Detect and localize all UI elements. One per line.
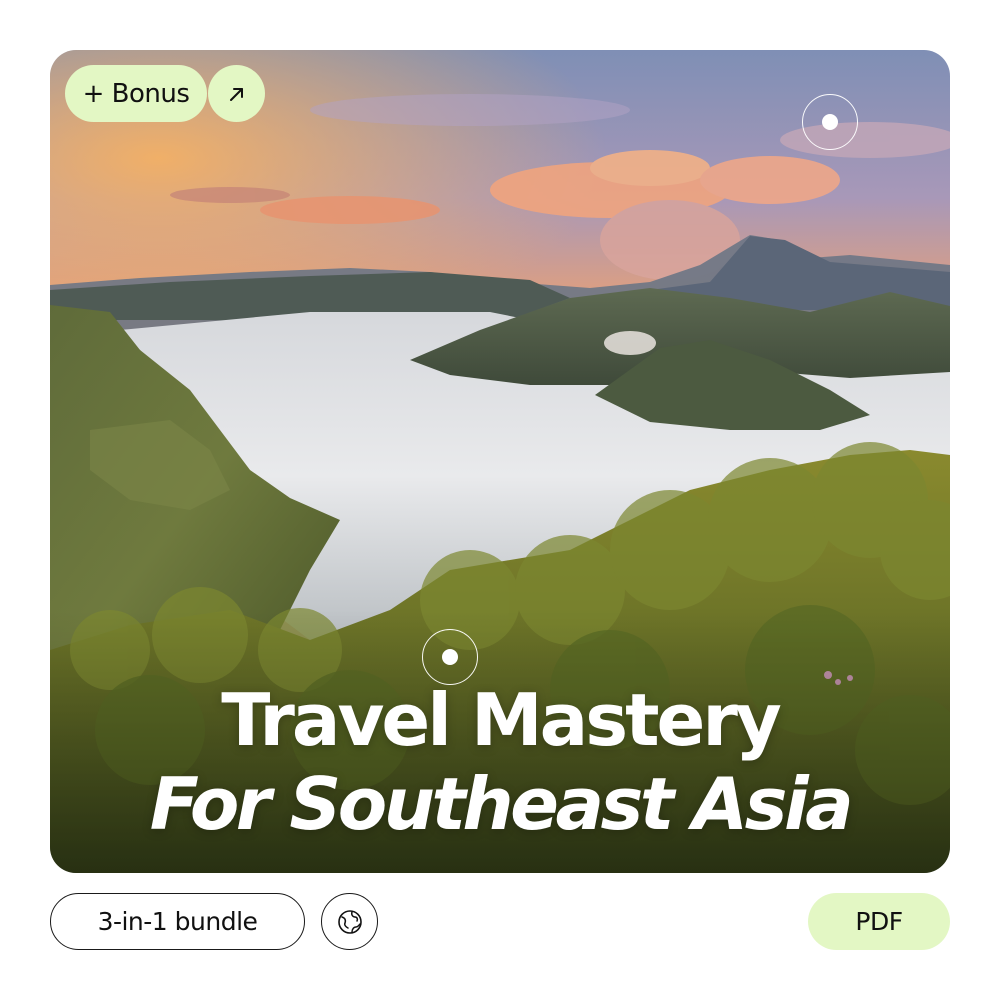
product-card: + Bonus Travel Mastery For Southeast Asi… — [0, 0, 1000, 1000]
title-line-1: Travel Mastery — [221, 678, 782, 762]
bundle-badge[interactable]: 3-in-1 bundle — [50, 893, 305, 950]
hero-image[interactable]: + Bonus Travel Mastery For Southeast Asi… — [50, 50, 950, 873]
bonus-label: + Bonus — [82, 78, 190, 109]
hotspot-dot — [442, 649, 458, 665]
title-line-2: For Southeast Asia — [149, 762, 854, 846]
globe-button[interactable] — [321, 893, 378, 950]
format-label: PDF — [855, 907, 903, 936]
open-arrow-button[interactable] — [208, 65, 265, 122]
hotspot-marker-sky[interactable] — [802, 94, 858, 150]
globe-icon — [337, 909, 362, 934]
bonus-badge[interactable]: + Bonus — [65, 65, 207, 122]
hotspot-marker-forest[interactable] — [422, 629, 478, 685]
bundle-label: 3-in-1 bundle — [97, 907, 258, 936]
hotspot-dot — [822, 114, 838, 130]
arrow-up-right-icon — [229, 87, 243, 101]
format-badge[interactable]: PDF — [808, 893, 950, 950]
